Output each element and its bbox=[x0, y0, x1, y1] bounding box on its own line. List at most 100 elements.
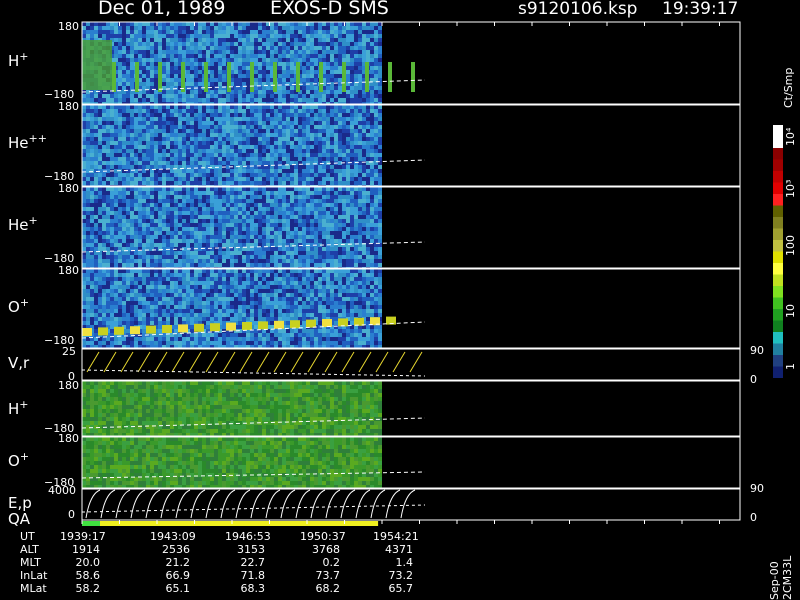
heatmap-cell bbox=[206, 98, 210, 102]
heatmap-cell bbox=[334, 227, 338, 231]
heatmap-cell bbox=[282, 86, 286, 90]
heatmap-cell bbox=[350, 26, 354, 30]
heatmap-cell bbox=[370, 137, 374, 141]
heatmap-cell bbox=[366, 22, 370, 26]
heatmap-cell bbox=[86, 161, 90, 165]
heatmap-cell bbox=[102, 98, 106, 102]
heatmap-cell bbox=[290, 195, 294, 199]
heatmap-cell bbox=[150, 211, 154, 215]
heatmap-cell bbox=[194, 235, 198, 239]
heatmap-cell bbox=[358, 117, 362, 121]
heatmap-cell bbox=[314, 141, 318, 145]
heatmap-cell bbox=[142, 42, 146, 46]
heatmap-cell bbox=[126, 109, 130, 113]
heatmap-cell bbox=[86, 239, 90, 243]
heatmap-cell bbox=[302, 207, 306, 211]
heatmap-cell bbox=[262, 34, 266, 38]
heatmap-cell bbox=[258, 231, 262, 235]
heatmap-cell bbox=[326, 34, 330, 38]
heatmap-cell bbox=[362, 54, 366, 58]
heatmap-cell bbox=[258, 153, 262, 157]
heatmap-cell bbox=[262, 211, 266, 215]
heatmap-cell bbox=[162, 247, 166, 251]
heatmap-cell bbox=[106, 297, 110, 301]
heatmap-cell bbox=[162, 133, 166, 137]
heatmap-cell bbox=[374, 157, 378, 161]
heatmap-cell bbox=[358, 125, 362, 129]
heatmap-cell bbox=[186, 58, 190, 62]
heatmap-cell bbox=[346, 187, 350, 191]
heatmap-cell bbox=[338, 207, 342, 211]
heatmap-cell bbox=[126, 195, 130, 199]
heatmap-cell bbox=[330, 34, 334, 38]
heatmap-cell bbox=[334, 125, 338, 129]
heatmap-cell bbox=[126, 187, 130, 191]
heatmap-cell bbox=[294, 181, 298, 185]
heatmap-cell bbox=[166, 177, 170, 181]
heatmap-cell bbox=[282, 255, 286, 259]
heatmap-cell bbox=[206, 243, 210, 247]
heatmap-cell bbox=[166, 243, 170, 247]
heatmap-cell bbox=[278, 42, 282, 46]
heatmap-cell bbox=[202, 251, 206, 255]
heatmap-cell bbox=[86, 281, 90, 285]
heatmap-cell bbox=[178, 199, 182, 203]
heatmap-cell bbox=[334, 66, 338, 70]
heatmap-cell bbox=[298, 191, 302, 195]
heatmap-cell bbox=[242, 42, 246, 46]
heatmap-cell bbox=[238, 157, 242, 161]
heatmap-cell bbox=[286, 38, 290, 42]
heatmap-cell bbox=[138, 38, 142, 42]
heatmap-cell bbox=[206, 113, 210, 117]
heatmap-cell bbox=[90, 121, 94, 125]
heatmap-cell bbox=[266, 177, 270, 181]
heatmap-cell bbox=[230, 109, 234, 113]
heatmap-cell bbox=[218, 98, 222, 102]
heatmap-cell bbox=[218, 42, 222, 46]
heatmap-cell bbox=[346, 203, 350, 207]
heatmap-cell bbox=[350, 203, 354, 207]
heatmap-cell bbox=[298, 42, 302, 46]
heatmap-cell bbox=[82, 207, 86, 211]
heatmap-cell bbox=[358, 98, 362, 102]
heatmap-cell bbox=[350, 50, 354, 54]
heatmap-cell bbox=[322, 26, 326, 30]
heatmap-cell bbox=[150, 125, 154, 129]
heatmap-cell bbox=[130, 191, 134, 195]
heatmap-cell bbox=[270, 105, 274, 109]
heatmap-cell bbox=[214, 203, 218, 207]
heatmap-cell bbox=[326, 215, 330, 219]
heatmap-cell bbox=[222, 54, 226, 58]
heatmap-cell bbox=[178, 34, 182, 38]
heatmap-cell bbox=[98, 177, 102, 181]
heatmap-cell bbox=[286, 74, 290, 78]
heatmap-cell bbox=[110, 203, 114, 207]
heatmap-cell bbox=[86, 207, 90, 211]
heatmap-cell bbox=[302, 141, 306, 145]
heatmap-cell bbox=[234, 203, 238, 207]
heatmap-cell bbox=[218, 30, 222, 34]
heatmap-cell bbox=[238, 125, 242, 129]
heatmap-cell bbox=[190, 235, 194, 239]
heatmap-cell bbox=[146, 239, 150, 243]
heatmap-cell bbox=[110, 157, 114, 161]
heatmap-cell bbox=[98, 239, 102, 243]
heatmap-cell bbox=[306, 141, 310, 145]
heatmap-cell bbox=[110, 305, 114, 309]
heatmap-cell bbox=[150, 54, 154, 58]
heatmap-cell bbox=[334, 46, 338, 50]
heatmap-cell bbox=[166, 207, 170, 211]
heatmap-cell bbox=[154, 74, 158, 78]
heatmap-cell bbox=[142, 50, 146, 54]
heatmap-cell bbox=[106, 263, 110, 267]
heatmap-cell bbox=[278, 117, 282, 121]
heatmap-cell bbox=[250, 22, 254, 26]
heatmap-cell bbox=[82, 30, 86, 34]
heatmap-cell bbox=[318, 165, 322, 169]
heatmap-cell bbox=[146, 177, 150, 181]
heatmap-cell bbox=[174, 199, 178, 203]
heatmap-cell bbox=[198, 34, 202, 38]
heatmap-cell bbox=[318, 211, 322, 215]
heatmap-cell bbox=[262, 181, 266, 185]
heatmap-cell bbox=[222, 125, 226, 129]
